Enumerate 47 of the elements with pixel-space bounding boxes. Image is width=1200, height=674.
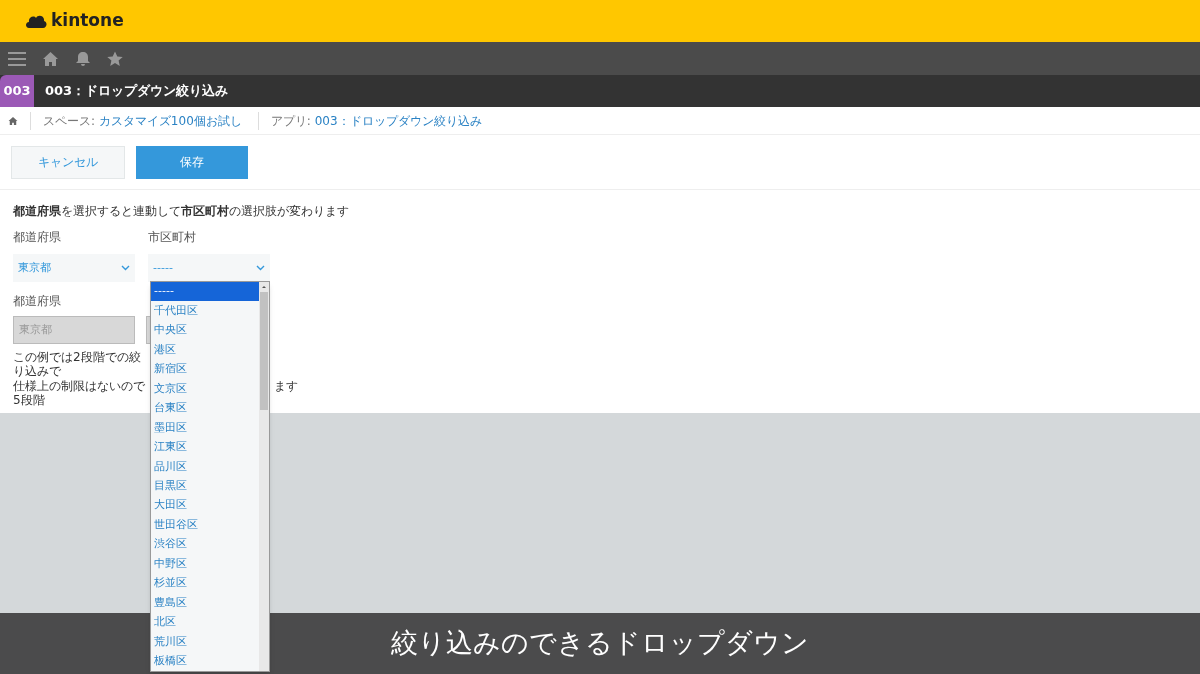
dropdown-option[interactable]: -----: [151, 282, 259, 302]
dropdown-option[interactable]: 墨田区: [151, 418, 259, 438]
app-badge: 003: [0, 75, 34, 107]
dropdown-option[interactable]: 世田谷区: [151, 515, 259, 535]
dropdown-option[interactable]: 板橋区: [151, 651, 259, 672]
dropdown-option[interactable]: 中央区: [151, 320, 259, 341]
description-text: 都道府県を選択すると連動して市区町村の選択肢が変わります: [13, 203, 350, 220]
dropdown-option[interactable]: 荒川区: [151, 632, 259, 652]
dropdown-option[interactable]: 江東区: [151, 437, 259, 458]
chevron-down-icon: [256, 265, 265, 271]
dropdown-field[interactable]: -----: [148, 254, 270, 282]
breadcrumb-item[interactable]: アプリ: 003：ドロップダウン絞り込み: [257, 111, 498, 130]
dropdown-option[interactable]: 新宿区: [151, 359, 259, 380]
note-text: ます: [274, 379, 298, 393]
menu-icon[interactable]: [8, 50, 26, 67]
dropdown-option[interactable]: 大田区: [151, 496, 259, 516]
dropdown-option[interactable]: 中野区: [151, 554, 259, 574]
field-label: 都道府県: [13, 293, 61, 310]
cancel-button[interactable]: キャンセル: [11, 145, 125, 179]
dropdown-option[interactable]: 目黒区: [151, 476, 259, 496]
cloud-logo-icon: [25, 13, 47, 29]
star-icon[interactable]: [107, 50, 123, 67]
note-text: この例では2段階での絞り込みで: [13, 350, 142, 378]
bell-icon[interactable]: [75, 50, 91, 67]
dropdown-option[interactable]: 北区: [151, 612, 259, 633]
home-icon[interactable]: [8, 115, 18, 126]
logo-text: kintone: [51, 9, 124, 33]
dropdown-option[interactable]: 台東区: [151, 398, 259, 419]
note-text: 仕様上の制限はないので 5段階: [13, 379, 146, 407]
caption-text: 絞り込みのできるドロップダウン: [391, 626, 809, 661]
dropdown-option[interactable]: 品川区: [151, 457, 259, 477]
dropdown-option[interactable]: 渋谷区: [151, 534, 259, 555]
app-title: 003：ドロップダウン絞り込み: [45, 82, 229, 101]
dropdown-option[interactable]: 港区: [151, 340, 259, 360]
breadcrumb-item[interactable]: スペース: カスタマイズ100個お試し: [30, 111, 258, 130]
save-button[interactable]: 保存: [136, 145, 248, 179]
dropdown-option[interactable]: 豊島区: [151, 593, 259, 613]
dropdown-option[interactable]: 文京区: [151, 379, 259, 399]
dropdown-option[interactable]: 千代田区: [151, 301, 259, 321]
field-label: 都道府県: [13, 229, 62, 246]
field-label: 市区町村: [148, 229, 197, 246]
scrollbar-thumb[interactable]: [260, 292, 268, 410]
home-icon[interactable]: [42, 50, 59, 67]
scrollbar[interactable]: [259, 282, 269, 671]
dropdown-option[interactable]: 杉並区: [151, 573, 259, 594]
dropdown-field[interactable]: 東京都: [13, 254, 135, 282]
chevron-down-icon: [121, 265, 130, 271]
